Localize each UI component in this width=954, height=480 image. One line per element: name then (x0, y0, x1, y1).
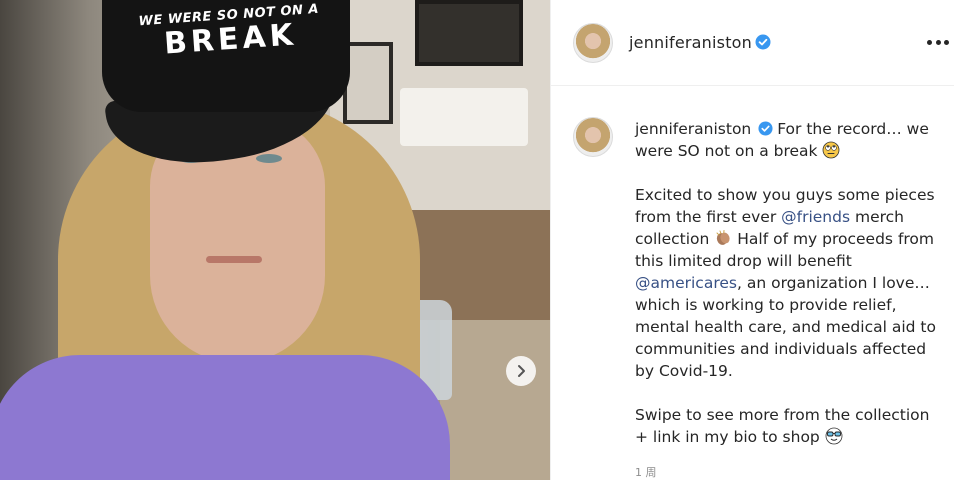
more-options-icon (935, 39, 941, 45)
mention-link[interactable]: @americares (635, 274, 737, 292)
caption-avatar[interactable] (573, 117, 613, 157)
wall-frame (415, 0, 523, 66)
sunglasses-emoji (825, 427, 843, 445)
background-window (400, 88, 528, 146)
post-header: jenniferaniston (551, 0, 954, 86)
mention-link[interactable]: @friends (781, 208, 850, 226)
person-eye (256, 154, 282, 163)
verified-badge-icon (758, 121, 773, 136)
carousel-next-button[interactable] (506, 356, 536, 386)
profile-avatar[interactable] (573, 23, 613, 63)
caption-paragraph: Excited to show you guys some pieces fro… (635, 184, 939, 382)
wall-frame (343, 42, 393, 124)
more-options-button[interactable] (927, 34, 949, 50)
more-options-icon (927, 39, 932, 45)
header-username[interactable]: jenniferaniston (629, 33, 752, 52)
purple-sweater (0, 355, 450, 480)
background-table (440, 320, 550, 480)
post-timestamp[interactable]: 1 周 (635, 464, 657, 480)
caption-paragraph: Swipe to see more from the collection + … (635, 404, 939, 448)
post-media[interactable]: WE WERE SO NOT ON A BREAK (0, 0, 550, 480)
caption-text: Swipe to see more from the collection + … (635, 406, 930, 446)
person-mouth (206, 256, 262, 263)
clapping-hands-emoji (716, 230, 730, 245)
caption-username[interactable]: jenniferaniston (635, 120, 751, 138)
post-caption: jenniferaniston For the record… we were … (635, 118, 939, 448)
more-options-icon (944, 39, 949, 45)
verified-badge-icon (755, 34, 771, 50)
chevron-right-icon (518, 365, 525, 377)
caption-line-1: jenniferaniston For the record… we were … (635, 118, 939, 162)
post-side-panel: jenniferaniston jenniferaniston For the … (550, 0, 954, 480)
rolling-eyes-emoji (823, 141, 840, 159)
